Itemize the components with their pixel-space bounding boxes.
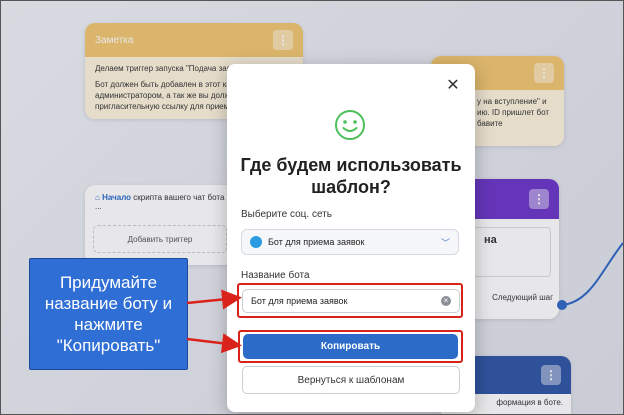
arrow-to-input: [186, 289, 242, 310]
screenshot-frame: Заметка ⋮ Делаем триггер запуска "Подача…: [0, 0, 624, 415]
arrow-to-copy: [186, 333, 242, 354]
annotation-arrows: [186, 289, 242, 354]
